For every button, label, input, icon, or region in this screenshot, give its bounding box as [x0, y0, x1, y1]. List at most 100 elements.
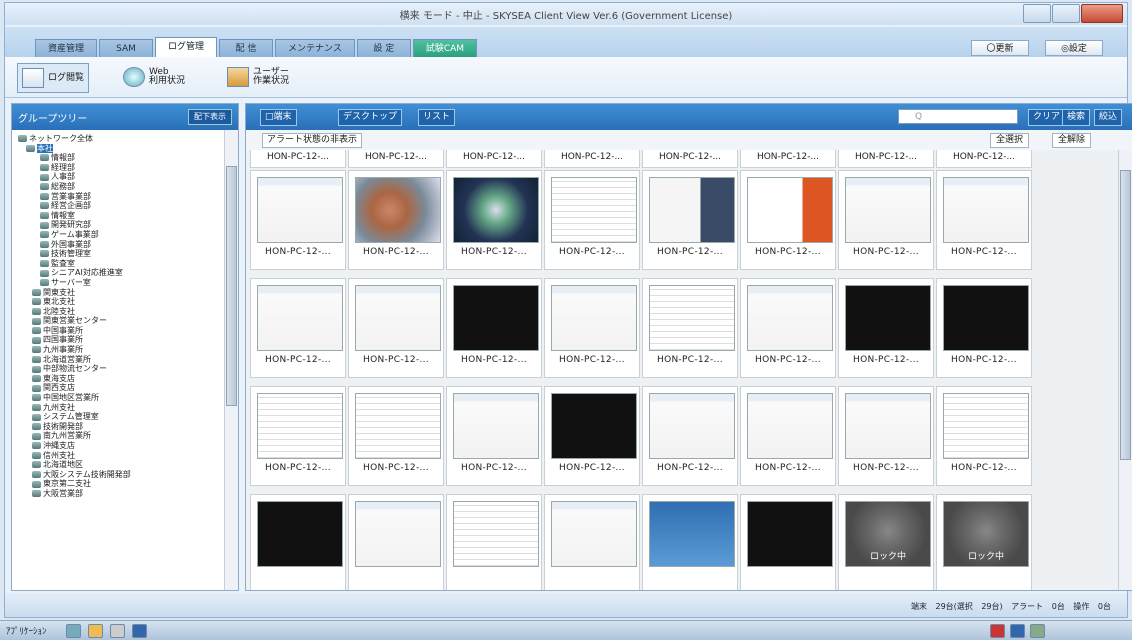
tree-node[interactable]: 大阪営業部 [18, 489, 224, 499]
taskbar-window-icon[interactable] [110, 624, 125, 638]
refresh-button[interactable]: 〇更新 [971, 40, 1029, 56]
tree-node[interactable]: 東京第二支社 [18, 479, 224, 489]
tab-4[interactable]: メンテナンス [275, 39, 355, 57]
screen-thumbnail[interactable]: HON-PC-12-... [740, 386, 836, 486]
tree-node[interactable]: 営業事業部 [18, 192, 224, 202]
tree-node[interactable]: 監査室 [18, 259, 224, 269]
screen-thumbnail[interactable]: HON-PC-12-... [348, 170, 444, 270]
taskbar-folder-icon[interactable] [88, 624, 103, 638]
clear-button[interactable]: クリア [1028, 109, 1066, 126]
subordinate-display-button[interactable]: 配下表示 [188, 109, 232, 125]
screen-thumbnail[interactable]: HON-PC-12-... [838, 278, 934, 378]
screen-thumbnail[interactable]: HON-PC-12-... [446, 170, 542, 270]
refine-button[interactable]: 絞込 [1094, 109, 1123, 126]
screen-thumbnail[interactable]: HON-PC-12-... [250, 386, 346, 486]
tree-node[interactable]: 沖縄支店 [18, 441, 224, 451]
tree-node[interactable]: 東北支社 [18, 297, 224, 307]
web-usage-button[interactable]: Web 利用状況 [123, 63, 185, 91]
maximize-button[interactable] [1052, 4, 1080, 23]
tree-scrollbar[interactable] [224, 130, 238, 590]
list-view-button[interactable]: リスト [418, 109, 456, 126]
taskbar-app-icon[interactable] [66, 624, 81, 638]
select-all-button[interactable]: 全選択 [990, 133, 1030, 148]
screen-thumbnail[interactable] [446, 494, 542, 590]
user-activity-button[interactable]: ユーザー 作業状況 [227, 63, 289, 91]
tree-node[interactable]: ネットワーク全体 [18, 134, 224, 144]
tree-node[interactable]: サーバー室 [18, 278, 224, 288]
tree-node[interactable]: 技術管理室 [18, 249, 224, 259]
hide-alert-button[interactable]: アラート状態の非表示 [262, 133, 363, 148]
tree-node[interactable]: 中国地区営業所 [18, 393, 224, 403]
screen-thumbnail[interactable]: ロック中 [838, 494, 934, 590]
tree-node[interactable]: 九州事業所 [18, 345, 224, 355]
tray-icon[interactable] [990, 624, 1005, 638]
screen-thumbnail[interactable]: HON-PC-12-... [838, 386, 934, 486]
tree-node[interactable]: 情報室 [18, 211, 224, 221]
tree-node[interactable]: ゲーム事業部 [18, 230, 224, 240]
tray-icon-2[interactable] [1010, 624, 1025, 638]
settings-button[interactable]: ◎設定 [1045, 40, 1103, 56]
tree-node[interactable]: 本社 [18, 143, 224, 154]
screen-thumbnail[interactable]: HON-PC-12-... [740, 278, 836, 378]
screen-thumbnail[interactable]: HON-PC-12-... [642, 278, 738, 378]
terminal-dropdown[interactable]: □端末 [260, 109, 297, 126]
taskbar-app-icon-2[interactable] [132, 624, 147, 638]
tray-icon-3[interactable] [1030, 624, 1045, 638]
tree-node[interactable]: 北海道営業所 [18, 355, 224, 365]
tree-node[interactable]: システム管理室 [18, 412, 224, 422]
tree-node[interactable]: 人事部 [18, 172, 224, 182]
tree-node[interactable]: シニアAI対応推進室 [18, 268, 224, 278]
screen-thumbnail[interactable]: HON-PC-12-... [544, 278, 640, 378]
screen-thumbnail[interactable] [348, 494, 444, 590]
screen-thumbnail[interactable] [544, 494, 640, 590]
tab-2[interactable]: ログ管理 [155, 37, 218, 57]
tab-0[interactable]: 資産管理 [35, 39, 98, 57]
tree-node[interactable]: 技術開発部 [18, 422, 224, 432]
screen-thumbnail[interactable] [642, 494, 738, 590]
screen-thumbnail[interactable]: HON-PC-12-... [936, 278, 1032, 378]
tree-node[interactable]: 経理部 [18, 163, 224, 173]
grid-scrollbar[interactable] [1118, 150, 1132, 590]
tree-node[interactable]: 大阪システム技術開発部 [18, 470, 224, 480]
screen-thumbnail[interactable]: HON-PC-12-... [250, 278, 346, 378]
screen-thumbnail[interactable]: HON-PC-12-... [642, 170, 738, 270]
tree-node[interactable]: 中部物流センター [18, 364, 224, 374]
screen-thumbnail[interactable]: HON-PC-12-... [838, 170, 934, 270]
log-view-button[interactable]: ログ閲覧 [17, 63, 90, 93]
search-button[interactable]: 検索 [1062, 109, 1091, 126]
screen-thumbnail[interactable]: HON-PC-12-... [446, 278, 542, 378]
tree-node[interactable]: 経営企画部 [18, 201, 224, 211]
screen-thumbnail[interactable] [740, 494, 836, 590]
screen-thumbnail[interactable]: HON-PC-12-... [446, 386, 542, 486]
tree-node[interactable]: 九州支社 [18, 403, 224, 413]
tree-node[interactable]: 関西支店 [18, 383, 224, 393]
screen-thumbnail[interactable]: HON-PC-12-... [936, 386, 1032, 486]
tab-5[interactable]: 設 定 [356, 39, 411, 57]
tree-node[interactable]: 外国事業部 [18, 240, 224, 250]
search-input[interactable]: Q [898, 109, 1018, 124]
tree-node[interactable]: 東海支店 [18, 374, 224, 384]
screen-thumbnail[interactable]: HON-PC-12-... [250, 170, 346, 270]
tree-node[interactable]: 情報部 [18, 153, 224, 163]
tree-node[interactable]: 北海道地区 [18, 460, 224, 470]
screen-thumbnail[interactable]: HON-PC-12-... [544, 386, 640, 486]
screen-thumbnail[interactable]: HON-PC-12-... [740, 170, 836, 270]
tree-node[interactable]: 開発研究部 [18, 220, 224, 230]
tree-node[interactable]: 関東支社 [18, 288, 224, 298]
start-button[interactable]: ｱﾌﾟﾘｹｰｼｮﾝ [6, 624, 47, 637]
screen-thumbnail[interactable]: ロック中 [936, 494, 1032, 590]
tab-3[interactable]: 配 信 [219, 39, 274, 57]
screen-thumbnail[interactable]: HON-PC-12-... [348, 386, 444, 486]
deselect-all-button[interactable]: 全解除 [1052, 133, 1092, 148]
screen-thumbnail[interactable]: HON-PC-12-... [348, 278, 444, 378]
tree-node[interactable]: 関東営業センター [18, 316, 224, 326]
tree-node[interactable]: 総務部 [18, 182, 224, 192]
screen-thumbnail[interactable]: HON-PC-12-... [936, 170, 1032, 270]
tree-node[interactable]: 南九州営業所 [18, 431, 224, 441]
screen-thumbnail[interactable]: HON-PC-12-... [544, 170, 640, 270]
screen-thumbnail[interactable]: HON-PC-12-... [642, 386, 738, 486]
tab-6[interactable]: 試験CAM [412, 39, 478, 57]
screen-thumbnail[interactable] [250, 494, 346, 590]
desktop-view-button[interactable]: デスクトップ [338, 109, 403, 126]
minimize-button[interactable] [1023, 4, 1051, 23]
